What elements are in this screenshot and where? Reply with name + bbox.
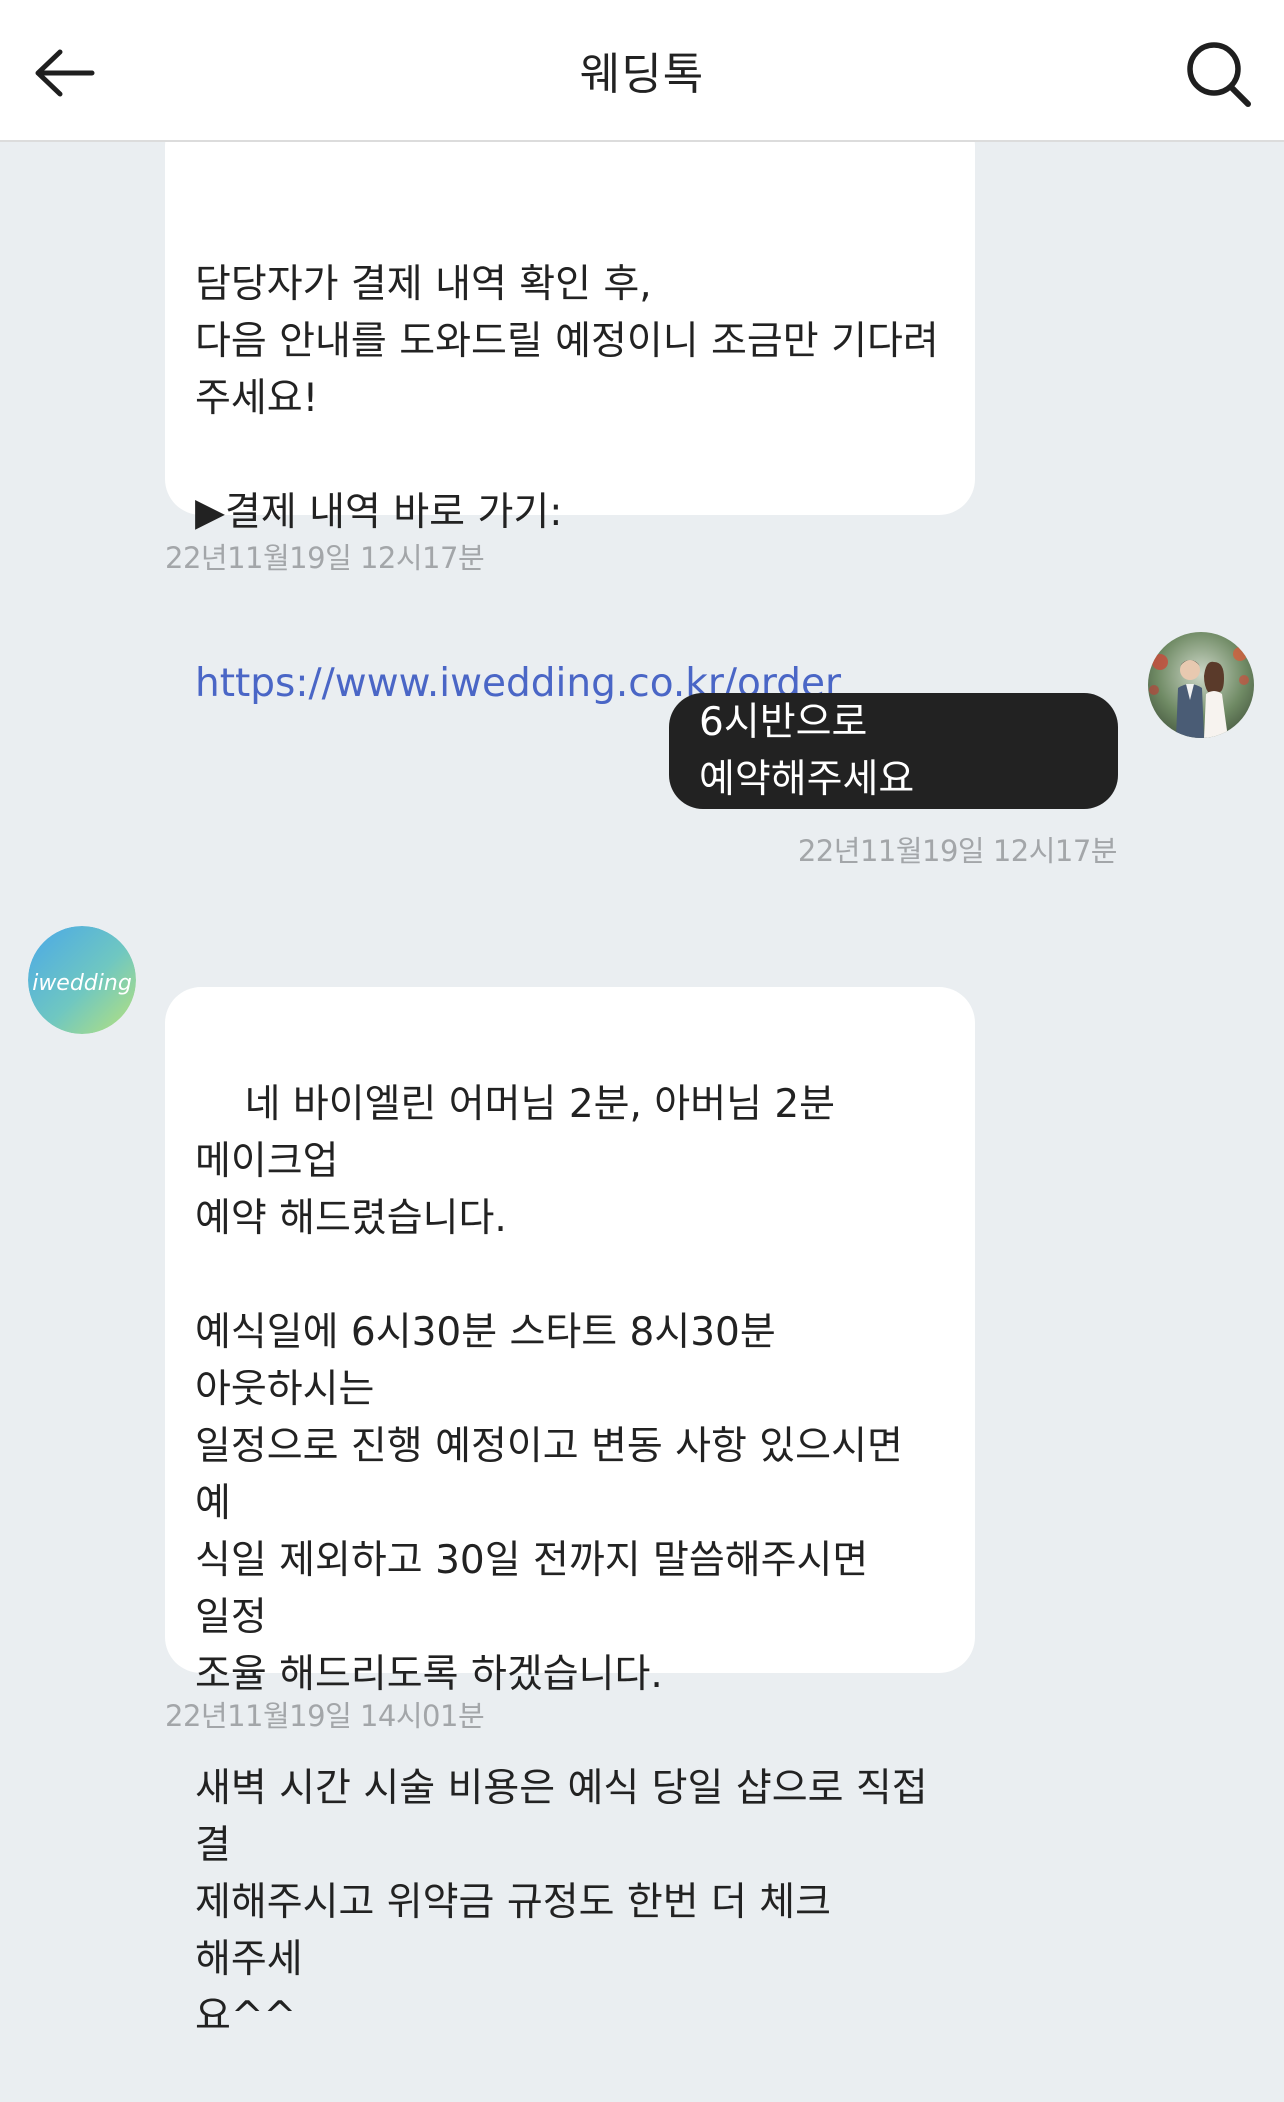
message-bubble-bot: 담당자가 결제 내역 확인 후, 다음 안내를 도와드릴 예정이니 조금만 기다… xyxy=(165,110,975,706)
message-text: 담당자가 결제 내역 확인 후, 다음 안내를 도와드릴 예정이니 조금만 기다… xyxy=(195,262,939,535)
message-timestamp: 22년11월19일 12시17분 xyxy=(797,834,1118,868)
message-bubble-bot: 네 바이엘린 어머님 2분, 아버님 2분 메이크업 예약 해드렸습니다. 예식… xyxy=(165,987,975,2039)
iwedding-logo-avatar: iwedding xyxy=(28,926,136,1034)
search-icon xyxy=(1187,42,1251,107)
brand-avatar[interactable]: iwedding xyxy=(28,926,136,1034)
user-avatar[interactable] xyxy=(1148,632,1254,738)
top-bar: 웨딩톡 xyxy=(0,0,1284,142)
search-button[interactable] xyxy=(1182,35,1254,107)
chat-thread[interactable]: 담당자가 결제 내역 확인 후, 다음 안내를 도와드릴 예정이니 조금만 기다… xyxy=(0,0,1284,2039)
message-timestamp: 22년11월19일 12시17분 xyxy=(165,541,485,575)
brand-logo-text: iwedding xyxy=(32,971,132,996)
couple-photo-avatar xyxy=(1148,632,1254,738)
message-text: 6시반으로 예약해주세요 xyxy=(699,700,915,802)
message-timestamp: 22년11월19일 14시01분 xyxy=(165,1699,485,1733)
message-bubble-user: 6시반으로 예약해주세요 xyxy=(669,693,1118,809)
message-text: 네 바이엘린 어머님 2분, 아버님 2분 메이크업 예약 해드렸습니다. 예식… xyxy=(195,1082,928,2039)
page-title: 웨딩톡 xyxy=(579,49,705,100)
